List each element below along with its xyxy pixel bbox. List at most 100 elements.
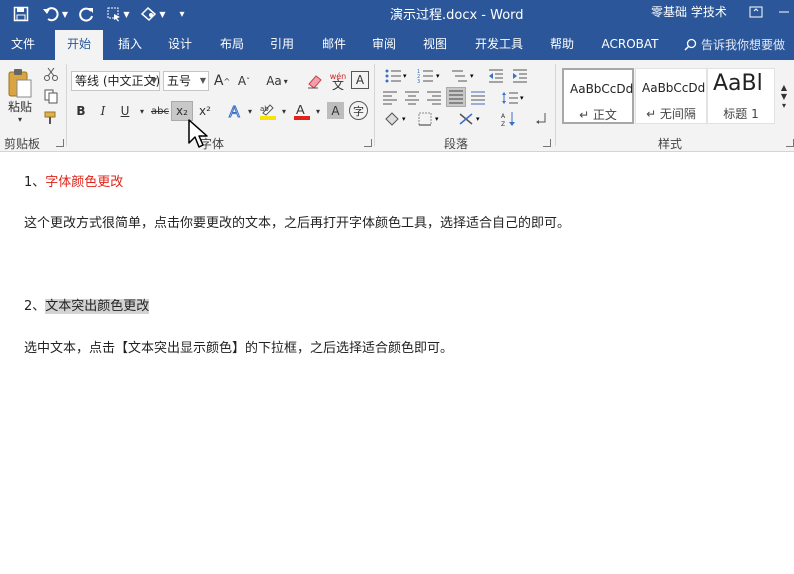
distributed-icon[interactable]: [468, 88, 488, 108]
user-name[interactable]: 零基础 学技术: [651, 3, 727, 20]
chevron-down-icon: ▼: [150, 76, 157, 85]
tab-acrobat[interactable]: ACROBAT: [594, 30, 666, 60]
numbering-icon[interactable]: 1 2 3 ▾: [414, 66, 444, 86]
heading-2-text: 文本突出颜色更改: [45, 299, 150, 314]
phonetic-char: 文: [331, 78, 344, 92]
character-border-icon[interactable]: A: [351, 71, 369, 89]
font-color-swatch: [294, 116, 310, 120]
tab-layout[interactable]: 布局: [210, 30, 254, 60]
format-painter-icon[interactable]: [42, 109, 60, 127]
ribbon-home: 粘贴 ▾ 剪贴板 等线 (中文正文) ▼ 五号 ▼ A ^ Aˇ Aa ▾ wén 文 A…: [0, 60, 794, 152]
tab-mailings[interactable]: 邮件: [312, 30, 356, 60]
svg-text:ab: ab: [260, 105, 269, 113]
heading-2-number: 2、: [24, 299, 46, 314]
paragraph-group-label: 段落: [444, 137, 469, 151]
ribbon-display-icon[interactable]: [742, 0, 770, 24]
decrease-indent-icon[interactable]: [486, 66, 506, 86]
chinese-layout-icon[interactable]: ▾: [456, 109, 486, 129]
bold-button[interactable]: B: [73, 101, 89, 121]
font-color-dropdown-icon[interactable]: ▾: [313, 101, 323, 121]
style-no-spacing[interactable]: AaBbCcDd ↵ 无间隔: [635, 68, 707, 124]
phonetic-guide-icon[interactable]: wén 文: [328, 70, 348, 92]
paste-dropdown-icon[interactable]: ▾: [12, 114, 28, 124]
paragraph-1[interactable]: 这个更改方式很简单，点击你要更改的文本，之后再打开字体颜色工具，选择适合自己的即…: [24, 212, 570, 231]
chevron-down-icon: ▼: [199, 76, 206, 85]
heading-2[interactable]: 2、文本突出颜色更改: [24, 295, 150, 314]
document-page[interactable]: 1、字体颜色更改 这个更改方式很简单，点击你要更改的文本，之后再打开字体颜色工具…: [0, 153, 794, 574]
tab-developer[interactable]: 开发工具: [466, 30, 532, 60]
grow-font-icon[interactable]: A ^: [213, 71, 231, 91]
undo-icon[interactable]: ▼: [40, 3, 70, 25]
cut-icon[interactable]: [42, 65, 60, 83]
touch-mode-icon[interactable]: ▼: [138, 3, 168, 25]
style-normal[interactable]: AaBbCcDd ↵ 正文: [562, 68, 634, 124]
change-case-button[interactable]: Aa ▾: [261, 71, 293, 91]
multilevel-list-icon[interactable]: ▾: [448, 66, 478, 86]
borders-icon[interactable]: ▾: [415, 109, 445, 129]
heading-1-text: 字体颜色更改: [45, 175, 124, 190]
minimize-icon[interactable]: [770, 0, 794, 24]
tab-review[interactable]: 审阅: [362, 30, 406, 60]
superscript-button[interactable]: x²: [195, 101, 215, 121]
heading-1-number: 1、: [24, 175, 46, 190]
underline-button[interactable]: U: [117, 101, 133, 121]
underline-dropdown-icon[interactable]: ▾: [137, 101, 147, 121]
italic-button[interactable]: I: [95, 101, 111, 121]
increase-indent-icon[interactable]: [510, 66, 530, 86]
search-icon: [684, 38, 697, 54]
copy-icon[interactable]: [42, 87, 60, 105]
text-effects-dropdown-icon[interactable]: ▾: [245, 101, 255, 121]
strikethrough-button[interactable]: abc: [150, 101, 170, 121]
highlight-color-icon[interactable]: ab: [258, 101, 278, 121]
justify-icon[interactable]: [446, 87, 466, 107]
line-spacing-icon[interactable]: ▾: [498, 88, 528, 108]
clear-formatting-icon[interactable]: [305, 71, 325, 91]
tab-view[interactable]: 视图: [413, 30, 457, 60]
shrink-font-icon[interactable]: Aˇ: [235, 71, 253, 91]
shading-icon[interactable]: ▾: [381, 109, 411, 129]
font-size-combo[interactable]: 五号 ▼: [163, 71, 209, 91]
customize-icon[interactable]: ▾: [174, 3, 190, 25]
redo-icon[interactable]: [76, 3, 98, 25]
show-marks-icon[interactable]: [531, 109, 551, 129]
font-color-icon[interactable]: A: [292, 101, 312, 121]
subscript-button[interactable]: x₂: [171, 101, 193, 121]
heading-1[interactable]: 1、字体颜色更改: [24, 171, 123, 190]
styles-launcher-icon[interactable]: [786, 139, 794, 147]
align-right-icon[interactable]: [424, 88, 444, 108]
bullets-icon[interactable]: ▾: [382, 66, 410, 86]
paste-button[interactable]: 粘贴: [4, 98, 36, 114]
highlight-swatch: [260, 116, 276, 120]
tab-references[interactable]: 引用: [260, 30, 304, 60]
svg-text:▾: ▾: [470, 72, 474, 80]
tell-me-box[interactable]: 告诉我你想要做: [684, 36, 785, 54]
tab-file[interactable]: 文件: [0, 30, 46, 60]
select-icon[interactable]: ▼: [104, 3, 132, 25]
style-sample: AaBbCcDd: [642, 81, 706, 95]
tab-help[interactable]: 帮助: [540, 30, 584, 60]
group-divider: [66, 64, 67, 146]
save-icon[interactable]: [10, 3, 32, 25]
tab-design[interactable]: 设计: [158, 30, 202, 60]
svg-text:▾: ▾: [476, 115, 480, 123]
sort-icon[interactable]: AZ: [499, 109, 519, 129]
paragraph-launcher-icon[interactable]: [543, 139, 551, 147]
text-effects-icon[interactable]: A: [226, 101, 246, 121]
style-name: 标题 1: [723, 107, 759, 121]
style-heading-1[interactable]: AaBl 标题 1: [707, 68, 775, 124]
clipboard-launcher-icon[interactable]: [56, 139, 64, 147]
tab-insert[interactable]: 插入: [108, 30, 152, 60]
align-center-icon[interactable]: [402, 88, 422, 108]
tab-home[interactable]: 开始: [55, 30, 103, 60]
clipboard-group-label: 剪贴板: [4, 137, 41, 151]
align-left-icon[interactable]: [380, 88, 400, 108]
styles-scroll[interactable]: ▲ ▼ ▾: [777, 68, 791, 124]
character-shading-icon[interactable]: A: [327, 102, 344, 119]
paragraph-2[interactable]: 选中文本，点击【文本突出显示颜色】的下拉框，之后选择适合颜色即可。: [24, 337, 453, 356]
font-launcher-icon[interactable]: [364, 139, 372, 147]
font-size-value: 五号: [167, 74, 192, 88]
highlight-dropdown-icon[interactable]: ▾: [279, 101, 289, 121]
tell-me-text: 告诉我你想要做: [701, 38, 786, 52]
enclose-characters-icon[interactable]: 字: [349, 101, 368, 120]
font-name-combo[interactable]: 等线 (中文正文) ▼: [71, 71, 160, 91]
